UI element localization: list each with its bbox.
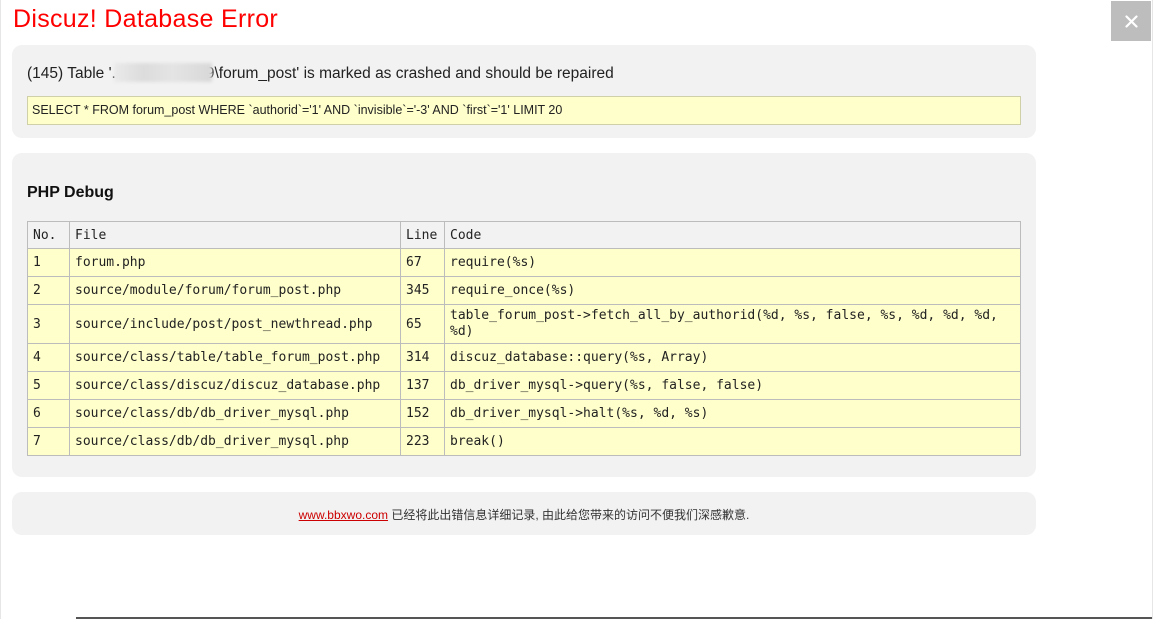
error-message-suffix: 9\forum_post' is marked as crashed and s…	[205, 65, 614, 82]
cell-code: break()	[444, 427, 1021, 456]
cell-code: table_forum_post->fetch_all_by_authorid(…	[444, 304, 1021, 344]
table-row: 2 source/module/forum/forum_post.php 345…	[27, 276, 1021, 305]
cell-no: 2	[27, 276, 70, 305]
cell-file: source/class/table/table_forum_post.php	[69, 343, 401, 372]
cell-file: source/module/forum/forum_post.php	[69, 276, 401, 305]
close-button[interactable]	[1111, 1, 1151, 41]
cell-file: source/class/discuz/discuz_database.php	[69, 371, 401, 400]
page-title: Discuz! Database Error	[13, 5, 279, 33]
table-row: 1 forum.php 67 require(%s)	[27, 248, 1021, 277]
header-code: Code	[444, 221, 1021, 249]
cell-line: 65	[400, 304, 445, 344]
cell-file: source/class/db/db_driver_mysql.php	[69, 427, 401, 456]
sql-query: SELECT * FROM forum_post WHERE `authorid…	[27, 96, 1021, 125]
cell-no: 5	[27, 371, 70, 400]
header-line: Line	[400, 221, 445, 249]
cell-no: 4	[27, 343, 70, 372]
cell-line: 223	[400, 427, 445, 456]
cell-line: 152	[400, 399, 445, 428]
table-row: 3 source/include/post/post_newthread.php…	[27, 304, 1021, 344]
cell-file: source/class/db/db_driver_mysql.php	[69, 399, 401, 428]
footer-panel: www.bbxwo.com 已经将此出错信息详细记录, 由此给您带来的访问不便我…	[12, 492, 1036, 535]
redacted-blur	[113, 63, 212, 82]
error-message-panel: (145) Table '. 9\forum_post' is marked as…	[12, 45, 1036, 138]
cell-no: 7	[27, 427, 70, 456]
cell-code: require_once(%s)	[444, 276, 1021, 305]
header-no: No.	[27, 221, 70, 249]
cell-no: 3	[27, 304, 70, 344]
debug-title: PHP Debug	[27, 184, 114, 201]
table-row: 4 source/class/table/table_forum_post.ph…	[27, 343, 1021, 372]
table-row: 5 source/class/discuz/discuz_database.ph…	[27, 371, 1021, 400]
cell-line: 345	[400, 276, 445, 305]
php-debug-panel: PHP Debug No. File Line Code 1 forum.php…	[12, 153, 1036, 477]
header-file: File	[69, 221, 401, 249]
cell-file: forum.php	[69, 248, 401, 277]
cell-code: db_driver_mysql->halt(%s, %d, %s)	[444, 399, 1021, 428]
cell-no: 6	[27, 399, 70, 428]
footer-notice: 已经将此出错信息详细记录, 由此给您带来的访问不便我们深感歉意.	[388, 508, 750, 522]
cell-code: discuz_database::query(%s, Array)	[444, 343, 1021, 372]
cell-code: db_driver_mysql->query(%s, false, false)	[444, 371, 1021, 400]
cell-file: source/include/post/post_newthread.php	[69, 304, 401, 344]
cell-line: 137	[400, 371, 445, 400]
error-message: (145) Table '. 9\forum_post' is marked as…	[27, 63, 614, 83]
table-row: 7 source/class/db/db_driver_mysql.php 22…	[27, 427, 1021, 456]
error-page: Discuz! Database Error (145) Table '. 9\f…	[0, 0, 1153, 619]
cell-line: 314	[400, 343, 445, 372]
table-row: 6 source/class/db/db_driver_mysql.php 15…	[27, 399, 1021, 428]
footer-message: www.bbxwo.com 已经将此出错信息详细记录, 由此给您带来的访问不便我…	[12, 506, 1036, 523]
error-message-prefix: (145) Table '.	[27, 65, 116, 82]
close-icon	[1124, 14, 1138, 28]
cell-line: 67	[400, 248, 445, 277]
site-link[interactable]: www.bbxwo.com	[299, 508, 388, 522]
cell-code: require(%s)	[444, 248, 1021, 277]
cell-no: 1	[27, 248, 70, 277]
table-header-row: No. File Line Code	[27, 221, 1021, 249]
debug-table: No. File Line Code 1 forum.php 67 requir…	[27, 221, 1021, 456]
